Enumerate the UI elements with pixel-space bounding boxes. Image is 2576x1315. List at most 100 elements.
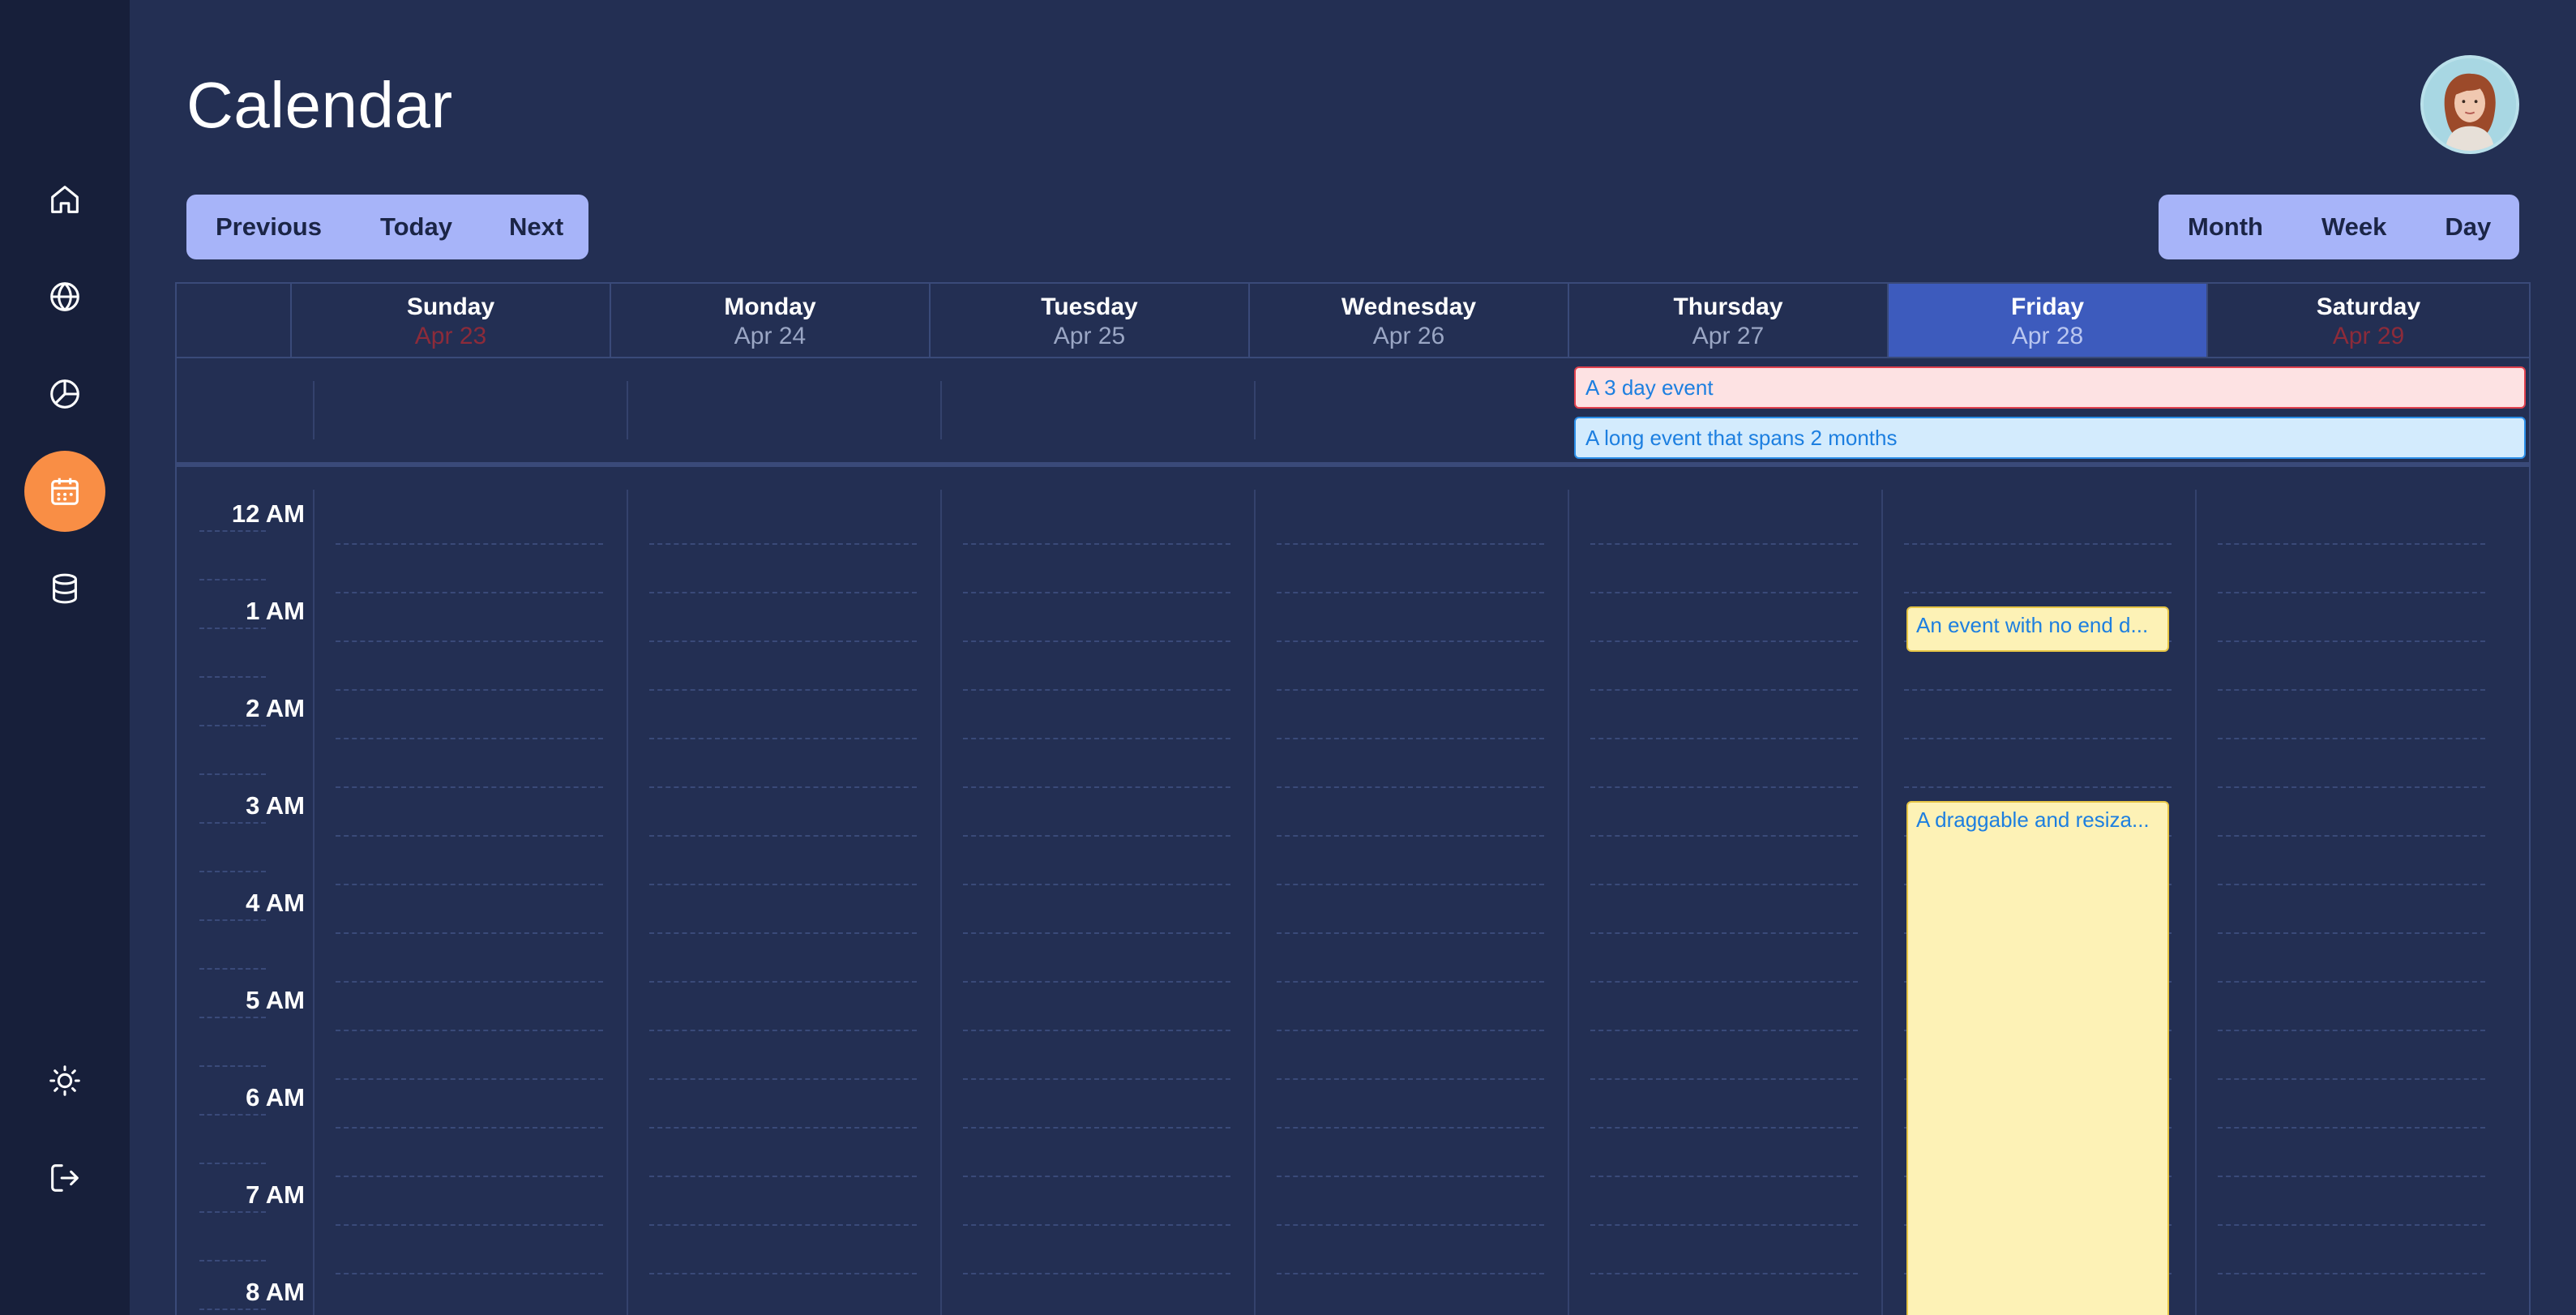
day-header-saturday[interactable]: Saturday Apr 29 — [2206, 284, 2529, 357]
calendar-event[interactable]: An event with no end d... — [1906, 606, 2169, 652]
time-slot-line — [2218, 884, 2485, 885]
time-slot-line — [336, 1127, 603, 1129]
page-title: Calendar — [186, 69, 453, 141]
time-slot-line — [1277, 1224, 1544, 1226]
navigation-button-group: Previous Today Next — [186, 195, 588, 259]
day-header-thursday[interactable]: Thursday Apr 27 — [1568, 284, 1887, 357]
sidebar-item-database[interactable] — [24, 548, 105, 629]
time-slot-line — [1277, 1127, 1544, 1129]
hour-label: 2 AM — [246, 694, 305, 722]
time-slot-line — [336, 884, 603, 885]
time-slot-line — [963, 786, 1230, 788]
sidebar-item-analytics[interactable] — [24, 353, 105, 435]
time-slot-line — [2218, 543, 2485, 545]
logout-button[interactable] — [24, 1137, 105, 1219]
user-avatar-icon — [2424, 58, 2516, 151]
time-slot-line — [963, 884, 1230, 885]
time-slot-line — [963, 981, 1230, 983]
day-date: Apr 27 — [1692, 323, 1765, 349]
time-slot-line — [963, 543, 1230, 545]
time-slot-line — [963, 1127, 1230, 1129]
time-slot-line — [1590, 835, 1858, 837]
hour-label: 12 AM — [231, 499, 305, 528]
time-slot-line — [649, 689, 917, 691]
day-date: Apr 26 — [1372, 323, 1445, 349]
time-gutter-line — [199, 579, 266, 580]
time-slot-line — [649, 1176, 917, 1177]
time-slot-line — [336, 592, 603, 593]
time-slot-line — [963, 640, 1230, 642]
day-date: Apr 28 — [2011, 323, 2084, 349]
time-slot-line — [2218, 1127, 2485, 1129]
month-view-button[interactable]: Month — [2188, 212, 2263, 242]
calendar-event[interactable]: A draggable and resiza... — [1906, 801, 2169, 1315]
day-date: Apr 29 — [2332, 323, 2405, 349]
time-slot-line — [336, 1224, 603, 1226]
time-slot-line — [1277, 786, 1544, 788]
time-slot-line — [2218, 738, 2485, 739]
day-name: Monday — [724, 293, 816, 320]
time-slot-line — [2218, 1030, 2485, 1031]
avatar[interactable] — [2420, 55, 2519, 154]
time-slot-line — [649, 640, 917, 642]
day-name: Friday — [2010, 293, 2085, 320]
home-icon — [51, 186, 79, 213]
hour-label: 5 AM — [246, 986, 305, 1014]
day-header-friday[interactable]: Friday Apr 28 — [1887, 284, 2206, 357]
time-slot-line — [649, 1273, 917, 1274]
column-divider — [940, 490, 942, 1315]
column-divider — [627, 490, 628, 1315]
time-gutter-line — [199, 1260, 266, 1261]
time-slot-line — [1590, 1176, 1858, 1177]
time-slot-line — [336, 981, 603, 983]
day-view-button[interactable]: Day — [2445, 212, 2491, 242]
day-date: Apr 24 — [734, 323, 807, 349]
time-slot-line — [1277, 689, 1544, 691]
time-gutter-line — [199, 725, 266, 726]
day-header-wednesday[interactable]: Wednesday Apr 26 — [1248, 284, 1568, 357]
time-slot-line — [1590, 981, 1858, 983]
time-slot-line — [649, 884, 917, 885]
day-header-monday[interactable]: Monday Apr 24 — [610, 284, 929, 357]
time-slot-line — [649, 543, 917, 545]
today-button[interactable]: Today — [380, 212, 452, 242]
time-slot-line — [649, 1078, 917, 1080]
time-gutter-line — [199, 968, 266, 970]
column-divider — [1881, 490, 1883, 1315]
all-day-event[interactable]: A 3 day event — [1574, 366, 2526, 409]
time-slot-line — [2218, 689, 2485, 691]
time-slot-line — [336, 738, 603, 739]
week-calendar: Sunday Apr 23 Monday Apr 24 Tuesday Apr … — [175, 282, 2531, 1315]
column-divider — [1568, 490, 1569, 1315]
day-header-tuesday[interactable]: Tuesday Apr 25 — [929, 284, 1248, 357]
time-gutter-line — [199, 1163, 266, 1164]
all-day-event[interactable]: A long event that spans 2 months — [1574, 417, 2526, 459]
sidebar-item-home[interactable] — [24, 159, 105, 240]
column-divider — [1254, 490, 1256, 1315]
all-day-divider — [940, 381, 942, 439]
time-slot-line — [1904, 592, 2172, 593]
week-view-button[interactable]: Week — [2321, 212, 2386, 242]
time-slot-line — [1277, 738, 1544, 739]
time-slot-line — [336, 689, 603, 691]
day-name: Sunday — [406, 293, 495, 320]
hour-label: 7 AM — [246, 1180, 305, 1209]
sidebar — [0, 0, 130, 1315]
time-slot-line — [1590, 1078, 1858, 1080]
time-slot-line — [336, 543, 603, 545]
time-slot-line — [1277, 640, 1544, 642]
time-slot-line — [1277, 543, 1544, 545]
time-slot-line — [649, 738, 917, 739]
day-header-sunday[interactable]: Sunday Apr 23 — [290, 284, 610, 357]
day-name: Tuesday — [1041, 293, 1138, 320]
time-slot-line — [1590, 1273, 1858, 1274]
time-gutter-line — [199, 1114, 266, 1116]
time-slot-line — [1904, 738, 2172, 739]
sidebar-item-calendar[interactable] — [24, 451, 105, 532]
time-gutter-line — [199, 871, 266, 872]
previous-button[interactable]: Previous — [216, 212, 322, 242]
next-button[interactable]: Next — [509, 212, 563, 242]
theme-toggle-button[interactable] — [24, 1040, 105, 1121]
time-slot-line — [649, 981, 917, 983]
sidebar-item-globe[interactable] — [24, 256, 105, 337]
